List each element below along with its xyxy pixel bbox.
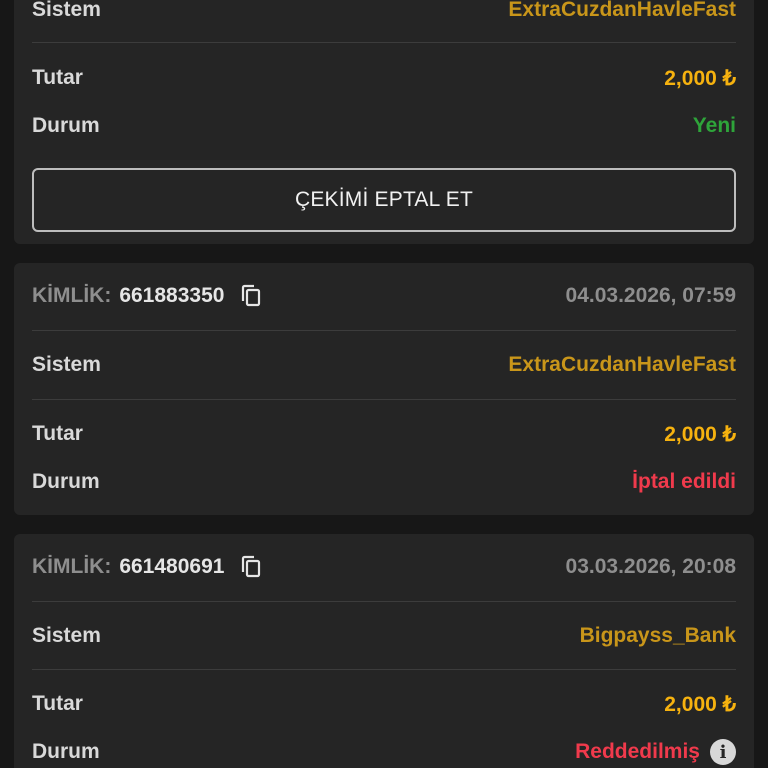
system-value: ExtraCuzdanHavleFast [508, 0, 736, 21]
copy-icon[interactable] [238, 554, 264, 580]
id-label: KİMLİK: [32, 555, 112, 578]
cancel-withdrawal-button[interactable]: ÇEKİMİ EPTAL ET [32, 168, 736, 232]
status-row: Durum Yeni [32, 106, 736, 146]
transaction-date: 04.03.2026, 07:59 [565, 284, 736, 307]
copy-icon-glyph [242, 284, 261, 307]
system-label: Sistem [32, 624, 101, 647]
status-badge: İptal edildi [632, 470, 736, 493]
amount-row: Tutar 2,000 ₺ [32, 58, 736, 98]
system-value: ExtraCuzdanHavleFast [508, 353, 736, 376]
withdrawal-card: KİMLİK: 661883350 04.03.2026, 07:59 Sist… [14, 263, 754, 515]
divider [32, 601, 736, 602]
copy-icon-glyph [242, 555, 261, 578]
divider [32, 669, 736, 670]
amount-value: 2,000 ₺ [664, 66, 736, 90]
info-icon[interactable]: i [710, 739, 736, 765]
status-row: Durum İptal edildi [32, 462, 736, 502]
status-badge: Reddedilmiş [575, 740, 700, 763]
withdrawal-card: KİMLİK: 661480691 03.03.2026, 20:08 Sist… [14, 534, 754, 768]
amount-label: Tutar [32, 422, 83, 445]
id-label: KİMLİK: [32, 284, 112, 307]
system-label: Sistem [32, 353, 101, 376]
transaction-date: 03.03.2026, 20:08 [565, 555, 736, 578]
id-group: KİMLİK: 661480691 [32, 554, 264, 580]
id-group: KİMLİK: 661883350 [32, 283, 264, 309]
system-label: Sistem [32, 0, 101, 21]
id-value: 661480691 [119, 555, 225, 578]
amount-row: Tutar 2,000 ₺ [32, 684, 736, 724]
status-label: Durum [32, 470, 100, 493]
amount-label: Tutar [32, 692, 83, 715]
withdrawal-card: Sistem ExtraCuzdanHavleFast Tutar 2,000 … [14, 0, 754, 244]
status-badge: Yeni [692, 114, 736, 137]
divider [32, 330, 736, 331]
status-row: Durum Reddedilmiş i [32, 732, 736, 768]
amount-label: Tutar [32, 66, 83, 89]
system-row: Sistem ExtraCuzdanHavleFast [32, 0, 736, 30]
divider [32, 399, 736, 400]
withdrawal-history-list: Sistem ExtraCuzdanHavleFast Tutar 2,000 … [0, 0, 768, 768]
status-label: Durum [32, 740, 100, 763]
divider [32, 42, 736, 43]
amount-value: 2,000 ₺ [664, 422, 736, 446]
id-row: KİMLİK: 661480691 03.03.2026, 20:08 [32, 547, 736, 587]
id-row: KİMLİK: 661883350 04.03.2026, 07:59 [32, 276, 736, 316]
id-value: 661883350 [119, 284, 225, 307]
status-group: Reddedilmiş i [575, 739, 736, 765]
system-row: Sistem Bigpayss_Bank [32, 616, 736, 656]
system-value: Bigpayss_Bank [579, 624, 736, 647]
amount-row: Tutar 2,000 ₺ [32, 414, 736, 454]
amount-value: 2,000 ₺ [664, 692, 736, 716]
copy-icon[interactable] [238, 283, 264, 309]
status-label: Durum [32, 114, 100, 137]
system-row: Sistem ExtraCuzdanHavleFast [32, 345, 736, 385]
